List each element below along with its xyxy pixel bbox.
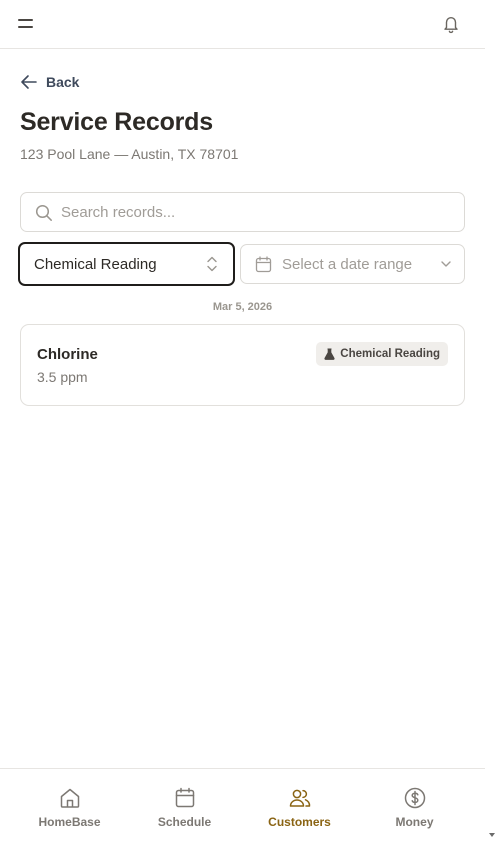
search-input[interactable] [61, 193, 456, 231]
back-label: Back [46, 74, 80, 90]
page-title: Service Records [20, 108, 213, 136]
records-date-header: Mar 5, 2026 [212, 301, 273, 313]
bottom-nav: HomeBase Schedule Customers Money [0, 768, 485, 845]
nav-item-money[interactable]: Money [357, 769, 472, 845]
date-range-select[interactable]: Select a date range [240, 244, 465, 284]
chevron-down-icon [441, 261, 451, 267]
notifications-button[interactable] [436, 10, 466, 38]
record-name: Chlorine [37, 346, 98, 363]
bell-icon [444, 17, 458, 34]
nav-item-homebase[interactable]: HomeBase [12, 769, 127, 845]
nav-label-customers: Customers [268, 815, 331, 829]
record-type-badge: Chemical Reading [316, 342, 448, 366]
nav-label-money: Money [395, 815, 434, 829]
nav-item-schedule[interactable]: Schedule [127, 769, 242, 845]
record-value: 3.5 ppm [37, 369, 88, 385]
scrollbar[interactable] [485, 0, 500, 845]
nav-label-homebase: HomeBase [38, 815, 101, 829]
calendar-icon [175, 787, 195, 808]
menu-button[interactable] [12, 10, 42, 38]
nav-item-customers[interactable]: Customers [242, 769, 357, 845]
scroll-down-icon[interactable] [489, 833, 495, 837]
calendar-icon [255, 256, 272, 273]
record-type-select[interactable]: Chemical Reading [18, 242, 235, 286]
badge-label: Chemical Reading [340, 348, 440, 360]
page-subtitle: 123 Pool Lane — Austin, TX 78701 [20, 146, 239, 162]
flask-icon [324, 348, 335, 360]
date-range-placeholder: Select a date range [282, 256, 413, 273]
nav-label-schedule: Schedule [157, 815, 212, 829]
menu-icon [18, 19, 33, 21]
dollar-circle-icon [404, 787, 426, 809]
users-icon [289, 789, 311, 807]
record-type-value: Chemical Reading [34, 256, 157, 273]
chevron-up-down-icon [207, 256, 217, 272]
arrow-left-icon [21, 75, 37, 89]
back-link[interactable]: Back [20, 72, 79, 92]
menu-icon-line [18, 26, 33, 28]
record-card[interactable]: Chlorine 3.5 ppm Chemical Reading [20, 324, 465, 406]
app-screen: Back Service Records 123 Pool Lane — Aus… [0, 0, 485, 845]
search-box [20, 192, 465, 232]
home-icon [60, 788, 80, 808]
top-bar [0, 0, 485, 49]
search-icon [35, 204, 52, 221]
